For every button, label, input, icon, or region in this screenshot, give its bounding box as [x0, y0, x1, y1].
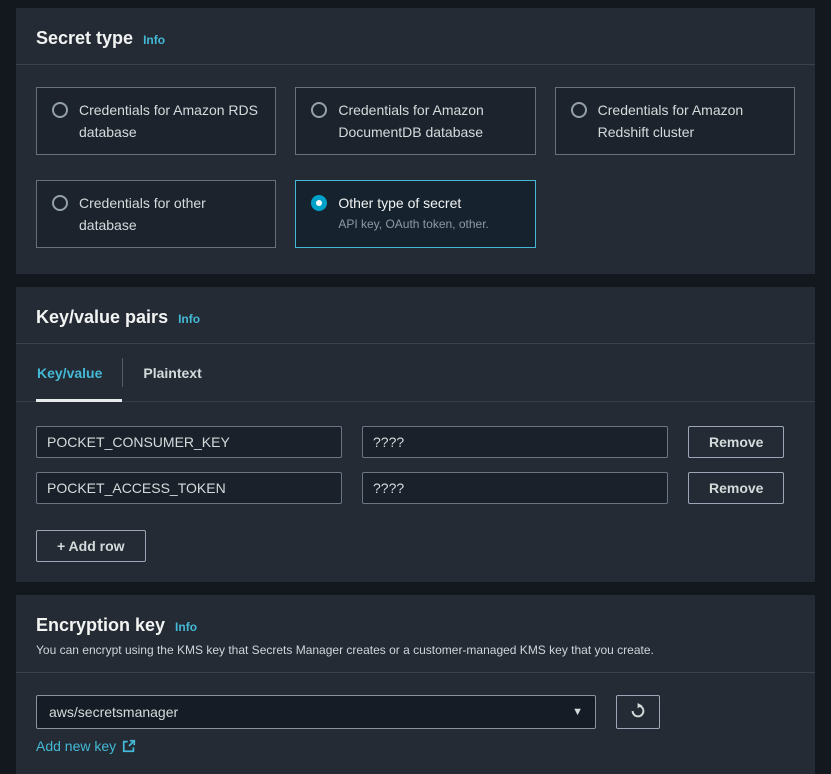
- chevron-down-icon: ▼: [572, 707, 583, 718]
- key-value-pairs-info-link[interactable]: Info: [178, 312, 200, 326]
- key-input[interactable]: [36, 472, 342, 504]
- radio-selected-icon[interactable]: [311, 195, 327, 211]
- radio-card-label: Other type of secret: [338, 192, 489, 214]
- encryption-key-panel: Encryption key Info You can encrypt usin…: [16, 595, 815, 774]
- key-value-editor: Remove Remove + Add row: [16, 402, 815, 582]
- radio-card-label: Credentials for Amazon RDS database: [79, 99, 260, 143]
- create-secret-form: Secret type Info Credentials for Amazon …: [0, 0, 831, 774]
- key-value-row: Remove: [36, 472, 795, 504]
- radio-unselected-icon[interactable]: [311, 102, 327, 118]
- external-link-icon: [122, 739, 136, 753]
- radio-card-label: Credentials for Amazon Redshift cluster: [598, 99, 779, 143]
- key-input[interactable]: [36, 426, 342, 458]
- radio-card-label: Credentials for Amazon DocumentDB databa…: [338, 99, 519, 143]
- secret-type-info-link[interactable]: Info: [143, 33, 165, 47]
- radio-card-other-database[interactable]: Credentials for other database: [36, 180, 276, 248]
- radio-unselected-icon[interactable]: [571, 102, 587, 118]
- kms-key-select-value: aws/secretsmanager: [49, 704, 178, 720]
- tab-plaintext[interactable]: Plaintext: [123, 344, 221, 401]
- key-value-pairs-header: Key/value pairs Info: [16, 287, 815, 344]
- value-input[interactable]: [362, 472, 668, 504]
- encryption-key-description: You can encrypt using the KMS key that S…: [36, 641, 795, 659]
- secret-type-header: Secret type Info: [16, 8, 815, 65]
- encryption-key-title: Encryption key: [36, 612, 165, 638]
- radio-unselected-icon[interactable]: [52, 102, 68, 118]
- refresh-icon: [630, 703, 646, 722]
- radio-card-redshift[interactable]: Credentials for Amazon Redshift cluster: [555, 87, 795, 155]
- empty-grid-cell: [555, 180, 795, 248]
- tab-key-value[interactable]: Key/value: [36, 344, 122, 401]
- radio-card-documentdb[interactable]: Credentials for Amazon DocumentDB databa…: [295, 87, 535, 155]
- secret-type-options: Credentials for Amazon RDS database Cred…: [16, 65, 815, 274]
- secret-type-title: Secret type: [36, 25, 133, 51]
- value-input[interactable]: [362, 426, 668, 458]
- kms-key-select[interactable]: aws/secretsmanager ▼: [36, 695, 596, 729]
- radio-card-other-secret[interactable]: Other type of secret API key, OAuth toke…: [295, 180, 535, 248]
- add-new-key-label: Add new key: [36, 738, 116, 754]
- secret-type-panel: Secret type Info Credentials for Amazon …: [16, 8, 815, 274]
- remove-row-button[interactable]: Remove: [688, 426, 784, 458]
- key-value-pairs-panel: Key/value pairs Info Key/value Plaintext…: [16, 287, 815, 582]
- key-value-pairs-title: Key/value pairs: [36, 304, 168, 330]
- add-new-key-link[interactable]: Add new key: [36, 738, 136, 754]
- encryption-key-body: aws/secretsmanager ▼ Add new key: [16, 673, 815, 774]
- radio-card-label: Credentials for other database: [79, 192, 260, 236]
- radio-card-description: API key, OAuth token, other.: [338, 216, 489, 232]
- key-value-row: Remove: [36, 426, 795, 458]
- radio-card-rds[interactable]: Credentials for Amazon RDS database: [36, 87, 276, 155]
- refresh-keys-button[interactable]: [616, 695, 660, 729]
- encryption-key-header: Encryption key Info You can encrypt usin…: [16, 595, 815, 673]
- add-row-button[interactable]: + Add row: [36, 530, 146, 562]
- remove-row-button[interactable]: Remove: [688, 472, 784, 504]
- radio-unselected-icon[interactable]: [52, 195, 68, 211]
- encryption-key-info-link[interactable]: Info: [175, 620, 197, 634]
- secret-value-tabs: Key/value Plaintext: [16, 344, 815, 402]
